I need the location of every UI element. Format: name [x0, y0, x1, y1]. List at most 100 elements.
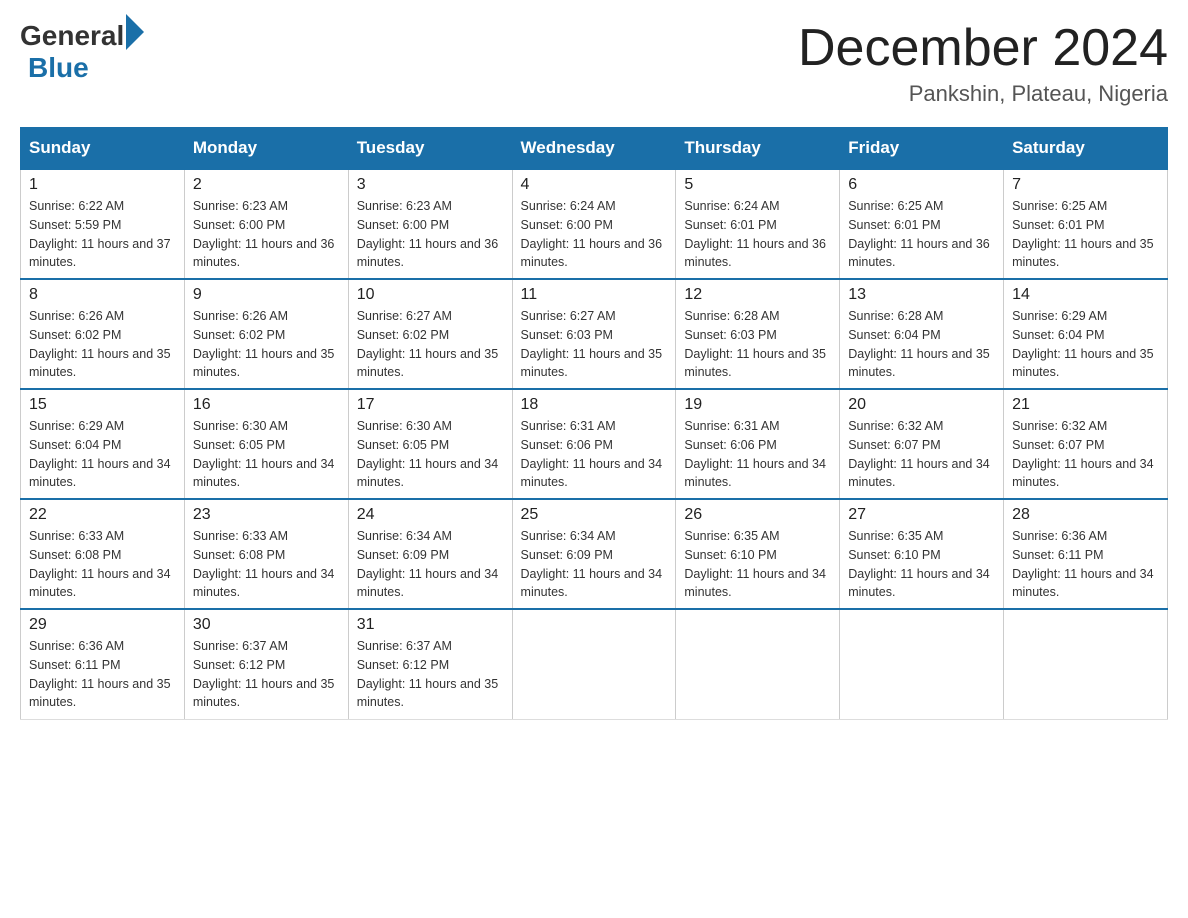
day-info: Sunrise: 6:33 AMSunset: 6:08 PMDaylight:… [29, 527, 176, 602]
day-number: 26 [684, 506, 831, 524]
day-info: Sunrise: 6:28 AMSunset: 6:04 PMDaylight:… [848, 307, 995, 382]
day-number: 18 [521, 396, 668, 414]
day-info: Sunrise: 6:24 AMSunset: 6:01 PMDaylight:… [684, 197, 831, 272]
day-number: 6 [848, 176, 995, 194]
logo-arrow-icon [126, 14, 144, 50]
calendar-day-cell: 4 Sunrise: 6:24 AMSunset: 6:00 PMDaylight… [512, 169, 676, 279]
day-info: Sunrise: 6:36 AMSunset: 6:11 PMDaylight:… [1012, 527, 1159, 602]
calendar-week-row: 1 Sunrise: 6:22 AMSunset: 5:59 PMDaylight… [21, 169, 1168, 279]
calendar-week-row: 8 Sunrise: 6:26 AMSunset: 6:02 PMDaylight… [21, 279, 1168, 389]
calendar-day-cell: 15 Sunrise: 6:29 AMSunset: 6:04 PMDayligh… [21, 389, 185, 499]
calendar-day-cell: 12Sunrise: 6:28 AMSunset: 6:03 PMDayligh… [676, 279, 840, 389]
day-info: Sunrise: 6:24 AMSunset: 6:00 PMDaylight:… [521, 197, 668, 272]
day-info: Sunrise: 6:35 AMSunset: 6:10 PMDaylight:… [848, 527, 995, 602]
title-section: December 2024 Pankshin, Plateau, Nigeria [798, 20, 1168, 107]
day-info: Sunrise: 6:28 AMSunset: 6:03 PMDaylight:… [684, 307, 831, 382]
calendar-title: December 2024 [798, 20, 1168, 77]
calendar-day-cell: 20 Sunrise: 6:32 AMSunset: 6:07 PMDayligh… [840, 389, 1004, 499]
day-info: Sunrise: 6:22 AMSunset: 5:59 PMDaylight:… [29, 197, 176, 272]
calendar-week-row: 29 Sunrise: 6:36 AMSunset: 6:11 PMDayligh… [21, 609, 1168, 719]
calendar-day-cell: 21 Sunrise: 6:32 AMSunset: 6:07 PMDayligh… [1004, 389, 1168, 499]
day-info: Sunrise: 6:29 AMSunset: 6:04 PMDaylight:… [29, 417, 176, 492]
calendar-day-cell: 3 Sunrise: 6:23 AMSunset: 6:00 PMDaylight… [348, 169, 512, 279]
day-number: 25 [521, 506, 668, 524]
day-info: Sunrise: 6:31 AMSunset: 6:06 PMDaylight:… [521, 417, 668, 492]
calendar-day-cell: 23 Sunrise: 6:33 AMSunset: 6:08 PMDayligh… [184, 499, 348, 609]
day-info: Sunrise: 6:35 AMSunset: 6:10 PMDaylight:… [684, 527, 831, 602]
calendar-day-cell: 28 Sunrise: 6:36 AMSunset: 6:11 PMDayligh… [1004, 499, 1168, 609]
day-number: 16 [193, 396, 340, 414]
calendar-day-cell: 24 Sunrise: 6:34 AMSunset: 6:09 PMDayligh… [348, 499, 512, 609]
day-number: 29 [29, 616, 176, 634]
calendar-day-cell [840, 609, 1004, 719]
calendar-day-cell: 26 Sunrise: 6:35 AMSunset: 6:10 PMDayligh… [676, 499, 840, 609]
calendar-day-cell: 7Sunrise: 6:25 AMSunset: 6:01 PMDaylight… [1004, 169, 1168, 279]
day-number: 20 [848, 396, 995, 414]
day-number: 31 [357, 616, 504, 634]
day-number: 4 [521, 176, 668, 194]
day-info: Sunrise: 6:34 AMSunset: 6:09 PMDaylight:… [521, 527, 668, 602]
day-info: Sunrise: 6:32 AMSunset: 6:07 PMDaylight:… [848, 417, 995, 492]
column-header-wednesday: Wednesday [512, 128, 676, 170]
column-header-friday: Friday [840, 128, 1004, 170]
calendar-day-cell: 6 Sunrise: 6:25 AMSunset: 6:01 PMDaylight… [840, 169, 1004, 279]
calendar-subtitle: Pankshin, Plateau, Nigeria [798, 81, 1168, 107]
calendar-table: SundayMondayTuesdayWednesdayThursdayFrid… [20, 127, 1168, 720]
day-number: 3 [357, 176, 504, 194]
day-info: Sunrise: 6:34 AMSunset: 6:09 PMDaylight:… [357, 527, 504, 602]
calendar-day-cell [676, 609, 840, 719]
calendar-day-cell: 25 Sunrise: 6:34 AMSunset: 6:09 PMDayligh… [512, 499, 676, 609]
day-number: 13 [848, 286, 995, 304]
calendar-day-cell: 2 Sunrise: 6:23 AMSunset: 6:00 PMDaylight… [184, 169, 348, 279]
calendar-week-row: 15 Sunrise: 6:29 AMSunset: 6:04 PMDayligh… [21, 389, 1168, 499]
day-number: 19 [684, 396, 831, 414]
day-info: Sunrise: 6:23 AMSunset: 6:00 PMDaylight:… [357, 197, 504, 272]
day-info: Sunrise: 6:26 AMSunset: 6:02 PMDaylight:… [193, 307, 340, 382]
day-number: 8 [29, 286, 176, 304]
day-number: 21 [1012, 396, 1159, 414]
calendar-day-cell: 17Sunrise: 6:30 AMSunset: 6:05 PMDayligh… [348, 389, 512, 499]
day-number: 23 [193, 506, 340, 524]
day-info: Sunrise: 6:32 AMSunset: 6:07 PMDaylight:… [1012, 417, 1159, 492]
day-info: Sunrise: 6:25 AMSunset: 6:01 PMDaylight:… [1012, 197, 1159, 272]
calendar-day-cell: 10 Sunrise: 6:27 AMSunset: 6:02 PMDayligh… [348, 279, 512, 389]
logo-general-text: General [20, 20, 124, 52]
day-info: Sunrise: 6:33 AMSunset: 6:08 PMDaylight:… [193, 527, 340, 602]
day-number: 28 [1012, 506, 1159, 524]
day-info: Sunrise: 6:29 AMSunset: 6:04 PMDaylight:… [1012, 307, 1159, 382]
calendar-day-cell: 11Sunrise: 6:27 AMSunset: 6:03 PMDayligh… [512, 279, 676, 389]
calendar-header-row: SundayMondayTuesdayWednesdayThursdayFrid… [21, 128, 1168, 170]
calendar-day-cell: 19 Sunrise: 6:31 AMSunset: 6:06 PMDayligh… [676, 389, 840, 499]
calendar-day-cell [512, 609, 676, 719]
calendar-day-cell: 14 Sunrise: 6:29 AMSunset: 6:04 PMDayligh… [1004, 279, 1168, 389]
day-info: Sunrise: 6:26 AMSunset: 6:02 PMDaylight:… [29, 307, 176, 382]
calendar-week-row: 22Sunrise: 6:33 AMSunset: 6:08 PMDayligh… [21, 499, 1168, 609]
day-number: 27 [848, 506, 995, 524]
calendar-day-cell: 31Sunrise: 6:37 AMSunset: 6:12 PMDayligh… [348, 609, 512, 719]
calendar-day-cell: 8 Sunrise: 6:26 AMSunset: 6:02 PMDaylight… [21, 279, 185, 389]
calendar-day-cell: 16Sunrise: 6:30 AMSunset: 6:05 PMDayligh… [184, 389, 348, 499]
calendar-day-cell: 13 Sunrise: 6:28 AMSunset: 6:04 PMDayligh… [840, 279, 1004, 389]
day-number: 10 [357, 286, 504, 304]
day-number: 15 [29, 396, 176, 414]
column-header-tuesday: Tuesday [348, 128, 512, 170]
column-header-monday: Monday [184, 128, 348, 170]
day-info: Sunrise: 6:31 AMSunset: 6:06 PMDaylight:… [684, 417, 831, 492]
day-info: Sunrise: 6:23 AMSunset: 6:00 PMDaylight:… [193, 197, 340, 272]
day-info: Sunrise: 6:25 AMSunset: 6:01 PMDaylight:… [848, 197, 995, 272]
day-number: 1 [29, 176, 176, 194]
day-number: 2 [193, 176, 340, 194]
column-header-thursday: Thursday [676, 128, 840, 170]
calendar-day-cell: 9Sunrise: 6:26 AMSunset: 6:02 PMDaylight… [184, 279, 348, 389]
logo-blue-text: Blue [28, 52, 89, 84]
day-number: 24 [357, 506, 504, 524]
day-number: 14 [1012, 286, 1159, 304]
calendar-day-cell: 22Sunrise: 6:33 AMSunset: 6:08 PMDayligh… [21, 499, 185, 609]
day-info: Sunrise: 6:37 AMSunset: 6:12 PMDaylight:… [193, 637, 340, 712]
day-info: Sunrise: 6:27 AMSunset: 6:03 PMDaylight:… [521, 307, 668, 382]
calendar-day-cell: 5Sunrise: 6:24 AMSunset: 6:01 PMDaylight… [676, 169, 840, 279]
day-info: Sunrise: 6:27 AMSunset: 6:02 PMDaylight:… [357, 307, 504, 382]
day-info: Sunrise: 6:30 AMSunset: 6:05 PMDaylight:… [357, 417, 504, 492]
logo: General Blue [20, 20, 144, 84]
day-info: Sunrise: 6:36 AMSunset: 6:11 PMDaylight:… [29, 637, 176, 712]
